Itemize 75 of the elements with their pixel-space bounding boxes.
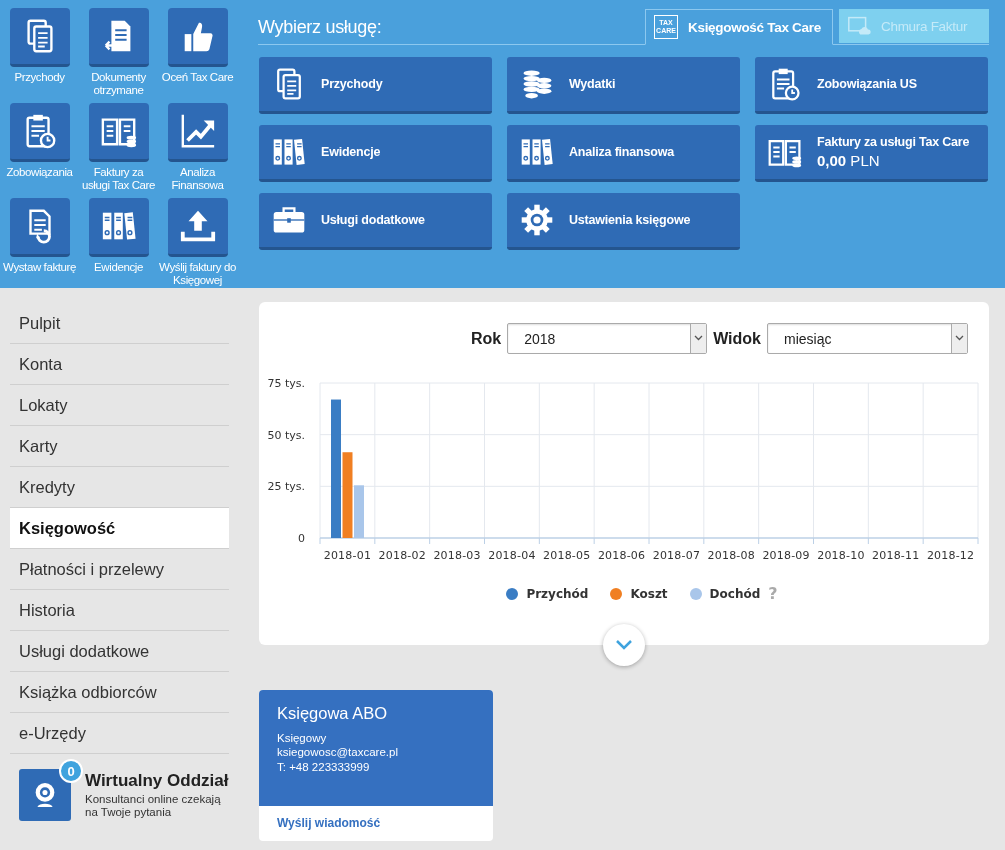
legend-label: Dochód bbox=[709, 586, 761, 601]
y-tick-label: 75 tys. bbox=[267, 377, 305, 390]
count-badge: 0 bbox=[59, 759, 83, 783]
tile-label: Oceń Tax Care bbox=[160, 71, 235, 84]
x-tick-label: 2018-09 bbox=[762, 549, 810, 562]
tile-button[interactable] bbox=[167, 198, 228, 257]
y-tick-label: 25 tys. bbox=[267, 480, 305, 494]
tile-button[interactable] bbox=[88, 198, 149, 257]
x-tick-label: 2018-06 bbox=[597, 549, 646, 562]
branch-subtitle: Konsultanci online czekają na Twoje pytania bbox=[85, 793, 222, 820]
dropdown[interactable]: miesiąc bbox=[767, 323, 968, 354]
send-message-link[interactable]: Wyślij wiadomość bbox=[277, 816, 381, 830]
legend-label: Koszt bbox=[630, 586, 668, 601]
x-tick-label: 2018-03 bbox=[433, 549, 481, 562]
tile-button[interactable] bbox=[167, 8, 228, 67]
nav-item[interactable]: Lokaty bbox=[10, 385, 229, 426]
y-tick-label: 0 bbox=[298, 532, 305, 545]
nav-item[interactable]: Karty bbox=[10, 426, 229, 467]
tile-label: Zobowiązania bbox=[5, 166, 74, 179]
tile-label: Wystaw fakturę bbox=[2, 261, 77, 274]
tile-button[interactable] bbox=[9, 8, 70, 67]
caret-icon bbox=[690, 324, 707, 353]
tile-button[interactable] bbox=[9, 198, 70, 257]
x-tick-label: 2018-05 bbox=[543, 549, 591, 562]
x-tick-label: 2018-04 bbox=[488, 549, 536, 562]
nav-item[interactable]: e-Urzędy bbox=[10, 713, 229, 754]
nav-item[interactable]: Pulpit bbox=[10, 303, 229, 344]
nav-item[interactable]: Historia bbox=[10, 590, 229, 631]
chevron-down-icon bbox=[615, 639, 633, 651]
nav-item[interactable]: Konta bbox=[10, 344, 229, 385]
nav-item[interactable]: Książka odbiorców bbox=[10, 672, 229, 713]
accountant-name: Księgowa ABO bbox=[277, 704, 389, 723]
y-tick-label: 50 tys. bbox=[267, 428, 305, 442]
tile-label: Przychody bbox=[13, 71, 66, 84]
service-button[interactable]: Zobowiązania US bbox=[755, 57, 988, 114]
dropdown[interactable]: 2018 bbox=[507, 323, 708, 354]
filter-label: Rok bbox=[470, 329, 502, 348]
service-button[interactable]: Ustawienia księgowe bbox=[507, 193, 740, 250]
tile-button[interactable] bbox=[88, 8, 149, 67]
service-label: Faktury za usługi Tax Care bbox=[817, 135, 970, 149]
x-tick-label: 2018-10 bbox=[817, 549, 865, 562]
service-button[interactable]: Usługi dodatkowe bbox=[259, 193, 492, 250]
nav-item[interactable]: Księgowość bbox=[10, 508, 229, 549]
legend-label: Przychód bbox=[526, 586, 589, 601]
service-button[interactable]: Przychody bbox=[259, 57, 492, 114]
x-tick-label: 2018-08 bbox=[707, 549, 755, 562]
x-tick-label: 2018-07 bbox=[652, 549, 701, 562]
filter-label: Widok bbox=[713, 329, 761, 348]
service-button[interactable]: Wydatki bbox=[507, 57, 740, 114]
section-title: Wybierz usługę: bbox=[258, 17, 382, 38]
accountant-email: ksiegowosc@taxcare.pl bbox=[277, 745, 399, 760]
nav-item[interactable]: Usługi dodatkowe bbox=[10, 631, 229, 672]
service-button[interactable]: Ewidencje bbox=[259, 125, 492, 182]
gear-icon bbox=[519, 202, 555, 238]
service-button[interactable]: Analiza finansowa bbox=[507, 125, 740, 182]
tile-button[interactable] bbox=[88, 103, 149, 162]
x-tick-label: 2018-11 bbox=[872, 549, 920, 562]
accountant-phone: T: +48 223333999 bbox=[277, 759, 371, 775]
nav-item[interactable]: Płatności i przelewy bbox=[10, 549, 229, 590]
service-button[interactable]: Faktury za usługi Tax Care 0,00 PLN bbox=[755, 125, 988, 182]
tile-label: Analiza Finansowa bbox=[170, 166, 225, 192]
branch-title: Wirtualny Oddział bbox=[85, 771, 229, 791]
amount: 0,00 PLN bbox=[817, 152, 881, 169]
tile-label: Wyślij faktury do Księgowej bbox=[158, 261, 237, 287]
tile-label: Faktury za usługi Tax Care bbox=[80, 166, 157, 192]
expand-button[interactable] bbox=[603, 624, 645, 666]
tile-label: Ewidencje bbox=[93, 261, 144, 274]
tile-label: Dokumenty otrzymane bbox=[90, 71, 147, 97]
accountant-role: Księgowy bbox=[277, 731, 328, 746]
tile-button[interactable] bbox=[9, 103, 70, 162]
tile-button[interactable] bbox=[167, 103, 228, 162]
x-tick-label: 2018-02 bbox=[378, 549, 426, 562]
caret-icon bbox=[951, 324, 967, 353]
x-tick-label: 2018-01 bbox=[323, 549, 372, 562]
x-tick-label: 2018-12 bbox=[926, 549, 975, 562]
